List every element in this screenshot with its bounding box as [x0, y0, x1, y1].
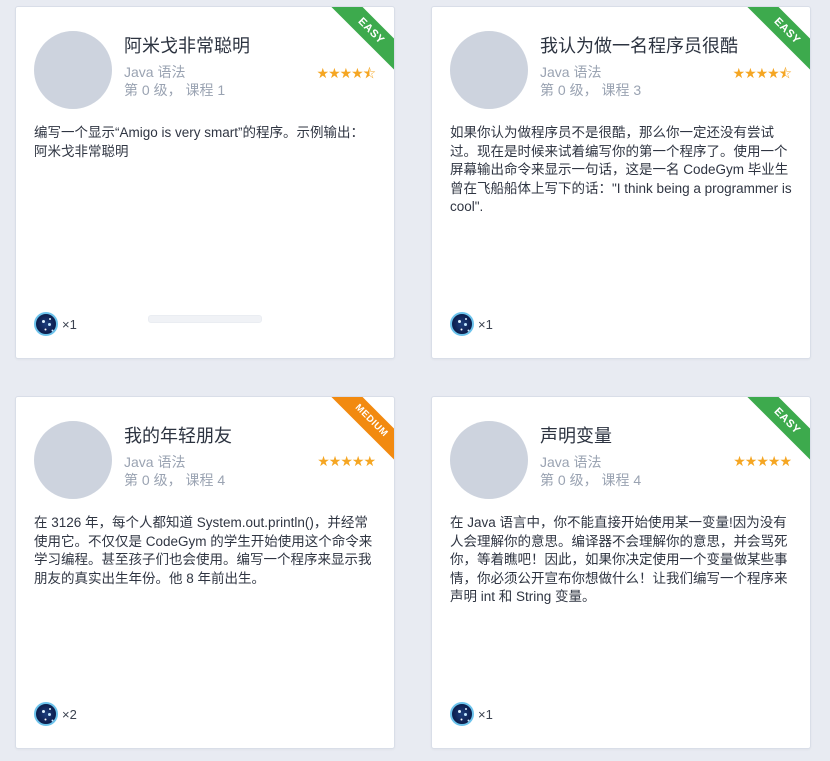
- task-level-lesson: 第 0 级， 课程 1: [124, 82, 226, 98]
- task-title[interactable]: 我认为做一名程序员很酷: [540, 32, 770, 58]
- dark-matter-icon: [34, 312, 58, 336]
- task-card[interactable]: 我的年轻朋友 Java 语法 第 0 级， 课程 4 ★★★★★ MEDIUM …: [15, 396, 395, 749]
- task-category: Java 语法: [540, 64, 602, 80]
- task-avatar: [34, 31, 112, 109]
- task-progress-bar: [148, 315, 262, 323]
- task-meta: Java 语法 第 0 级， 课程 4: [124, 453, 225, 489]
- task-level-lesson: 第 0 级， 课程 4: [124, 472, 226, 488]
- rating-stars-icon: ★★★★★: [733, 453, 792, 469]
- reward-count: ×1: [478, 706, 493, 722]
- reward-count: ×1: [478, 316, 493, 332]
- task-description: 编写一个显示“Amigo is very smart”的程序。示例输出：阿米戈非…: [34, 125, 365, 159]
- task-description: 在 3126 年，每个人都知道 System.out.println()，并经常…: [34, 515, 373, 586]
- reward-count: ×2: [62, 706, 77, 722]
- task-title[interactable]: 我的年轻朋友: [124, 422, 354, 448]
- task-reward: ×1: [450, 702, 493, 726]
- task-reward: ×1: [450, 312, 493, 336]
- task-reward: ×1: [34, 312, 77, 336]
- task-level-lesson: 第 0 级， 课程 3: [540, 82, 642, 98]
- task-card[interactable]: 阿米戈非常聪明 Java 语法 第 0 级， 课程 1 ★★★★⯪ EASY 编…: [15, 6, 395, 359]
- task-avatar: [450, 421, 528, 499]
- task-meta: Java 语法 第 0 级， 课程 4: [540, 453, 641, 489]
- rating-stars-icon: ★★★★⯪: [732, 65, 792, 81]
- task-category: Java 语法: [124, 454, 186, 470]
- dark-matter-icon: [450, 312, 474, 336]
- rating-stars-icon: ★★★★★: [317, 453, 376, 469]
- task-avatar: [34, 421, 112, 499]
- dark-matter-icon: [34, 702, 58, 726]
- task-card[interactable]: 声明变量 Java 语法 第 0 级， 课程 4 ★★★★★ EASY 在 Ja…: [431, 396, 811, 749]
- task-category: Java 语法: [124, 64, 186, 80]
- task-grid: 阿米戈非常聪明 Java 语法 第 0 级， 课程 1 ★★★★⯪ EASY 编…: [0, 0, 830, 761]
- task-avatar: [450, 31, 528, 109]
- task-title[interactable]: 声明变量: [540, 422, 770, 448]
- task-title[interactable]: 阿米戈非常聪明: [124, 32, 354, 58]
- reward-count: ×1: [62, 316, 77, 332]
- task-meta: Java 语法 第 0 级， 课程 3: [540, 63, 641, 99]
- task-card[interactable]: 我认为做一名程序员很酷 Java 语法 第 0 级， 课程 3 ★★★★⯪ EA…: [431, 6, 811, 359]
- task-meta: Java 语法 第 0 级， 课程 1: [124, 63, 225, 99]
- task-level-lesson: 第 0 级， 课程 4: [540, 472, 642, 488]
- dark-matter-icon: [450, 702, 474, 726]
- task-description: 如果你认为做程序员不是很酷，那么你一定还没有尝试过。现在是时候来试着编写你的第一…: [450, 125, 792, 214]
- task-reward: ×2: [34, 702, 77, 726]
- task-description: 在 Java 语言中，你不能直接开始使用某一变量!因为没有人会理解你的意思。编译…: [450, 515, 788, 604]
- task-category: Java 语法: [540, 454, 602, 470]
- rating-stars-icon: ★★★★⯪: [316, 65, 376, 81]
